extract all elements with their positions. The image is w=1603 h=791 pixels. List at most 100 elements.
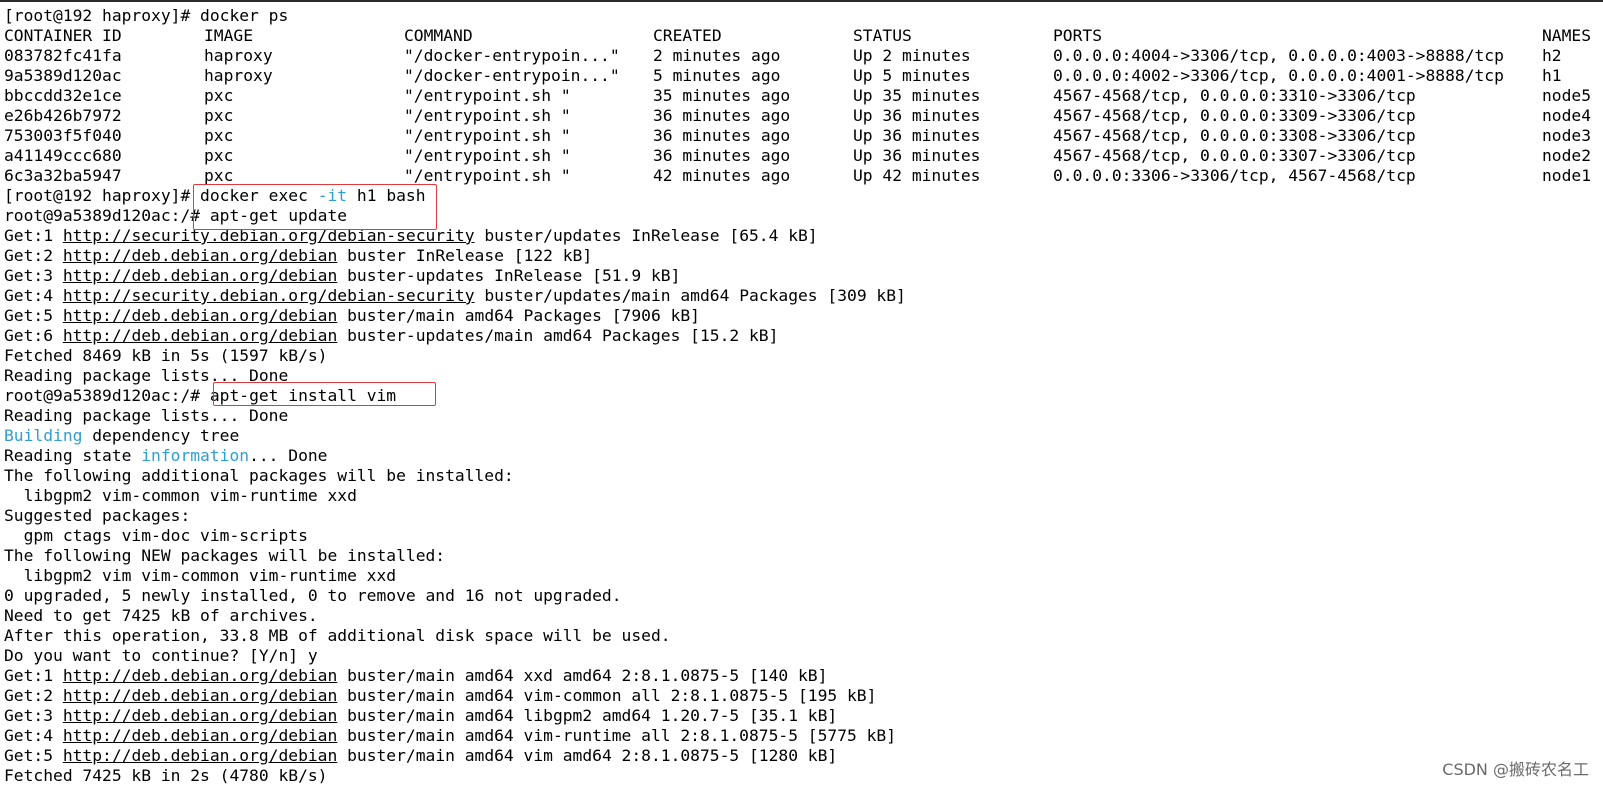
command-text: docker ps [200,6,289,25]
command-flag: -it [317,186,348,205]
output-line: Get:1 http://security.debian.org/debian-… [4,226,818,245]
command-text: apt-get install vim [209,386,397,405]
output-line: gpm ctags vim-doc vim-scripts [4,526,308,545]
container-created: 42 minutes ago [653,166,791,185]
container-row: 083782fc41fa haproxy "/docker-entrypoin.… [4,46,1603,66]
output-line: Get:3 http://deb.debian.org/debian buste… [4,706,838,725]
prompt-line: [root@192 haproxy]# docker ps [4,6,289,25]
window-top-border [0,0,1603,2]
container-command: "/entrypoint.sh " [404,146,571,165]
terminal-output[interactable]: [root@192 haproxy]# docker ps CONTAINER … [4,6,1603,786]
container-created: 36 minutes ago [653,126,791,145]
container-image: pxc [204,126,234,145]
container-name: node5 [1542,86,1592,105]
container-row: bbccdd32e1ce pxc "/entrypoint.sh " 35 mi… [4,86,1603,106]
container-id: 9a5389d120ac [4,66,122,85]
repo-link[interactable]: http://deb.debian.org/debian [63,326,337,345]
output-line: 0 upgraded, 5 newly installed, 0 to remo… [4,586,622,605]
column-header: CREATED [653,26,722,45]
output-line: Need to get 7425 kB of archives. [4,606,318,625]
command-text: apt-get update [209,206,348,225]
output-line: Reading package lists... Done [4,366,289,385]
container-created: 36 minutes ago [653,106,791,125]
container-status: Up 42 minutes [853,166,981,185]
output-line: Get:4 http://security.debian.org/debian-… [4,286,906,305]
container-row: 9a5389d120ac haproxy "/docker-entrypoin.… [4,66,1603,86]
container-id: bbccdd32e1ce [4,86,122,105]
repo-link[interactable]: http://security.debian.org/debian-securi… [63,286,475,305]
container-status: Up 36 minutes [853,106,981,125]
container-name: h1 [1542,66,1562,85]
repo-link[interactable]: http://deb.debian.org/debian [63,666,337,685]
container-status: Up 35 minutes [853,86,981,105]
output-line: libgpm2 vim-common vim-runtime xxd [4,486,357,505]
output-line: The following NEW packages will be insta… [4,546,446,565]
container-id: e26b426b7972 [4,106,122,125]
repo-link[interactable]: http://deb.debian.org/debian [63,306,337,325]
container-ports: 4567-4568/tcp, 0.0.0.0:3307->3306/tcp [1053,146,1416,165]
container-name: node2 [1542,146,1592,165]
output-line: Do you want to continue? [Y/n] y [4,646,318,665]
container-id: 083782fc41fa [4,46,122,65]
container-command: "/entrypoint.sh " [404,166,571,185]
output-line: After this operation, 33.8 MB of additio… [4,626,671,645]
output-line: libgpm2 vim vim-common vim-runtime xxd [4,566,397,585]
container-created: 5 minutes ago [653,66,781,85]
container-name: node1 [1542,166,1592,185]
container-status: Up 36 minutes [853,126,981,145]
column-header: COMMAND [404,26,473,45]
output-line: Get:3 http://deb.debian.org/debian buste… [4,266,681,285]
prompt-line: root@9a5389d120ac:/# apt-get install vim [4,386,397,405]
column-header: IMAGE [204,26,254,45]
container-command: "/entrypoint.sh " [404,86,571,105]
output-line: Get:6 http://deb.debian.org/debian buste… [4,326,779,345]
output-line: Building dependency tree [4,426,240,445]
container-image: haproxy [204,46,273,65]
column-header: STATUS [853,26,912,45]
output-line: Get:5 http://deb.debian.org/debian buste… [4,746,838,765]
container-image: haproxy [204,66,273,85]
repo-link[interactable]: http://deb.debian.org/debian [63,246,337,265]
output-line: Fetched 8469 kB in 5s (1597 kB/s) [4,346,328,365]
container-created: 35 minutes ago [653,86,791,105]
output-line: Reading package lists... Done [4,406,289,425]
output-line: Get:5 http://deb.debian.org/debian buste… [4,306,700,325]
container-image: pxc [204,86,234,105]
container-image: pxc [204,106,234,125]
repo-link[interactable]: http://security.debian.org/debian-securi… [63,226,475,245]
container-row: 753003f5f040 pxc "/entrypoint.sh " 36 mi… [4,126,1603,146]
output-line: The following additional packages will b… [4,466,514,485]
container-id: 753003f5f040 [4,126,122,145]
container-status: Up 2 minutes [853,46,971,65]
output-line: Suggested packages: [4,506,191,525]
container-ports: 0.0.0.0:4004->3306/tcp, 0.0.0.0:4003->88… [1053,46,1504,65]
container-row: e26b426b7972 pxc "/entrypoint.sh " 36 mi… [4,106,1603,126]
container-row: 6c3a32ba5947 pxc "/entrypoint.sh " 42 mi… [4,166,1603,186]
container-ports: 4567-4568/tcp, 0.0.0.0:3310->3306/tcp [1053,86,1416,105]
container-ports: 4567-4568/tcp, 0.0.0.0:3309->3306/tcp [1053,106,1416,125]
container-name: node4 [1542,106,1592,125]
container-status: Up 36 minutes [853,146,981,165]
repo-link[interactable]: http://deb.debian.org/debian [63,726,337,745]
container-command: "/entrypoint.sh " [404,126,571,145]
prompt-line: root@9a5389d120ac:/# apt-get update [4,206,348,225]
container-status: Up 5 minutes [853,66,971,85]
column-header: CONTAINER ID [4,26,122,45]
watermark-text: CSDN @搬砖农名工 [1442,760,1589,779]
repo-link[interactable]: http://deb.debian.org/debian [63,706,337,725]
container-command: "/docker-entrypoin..." [404,46,620,65]
container-ports: 0.0.0.0:4002->3306/tcp, 0.0.0.0:4001->88… [1053,66,1504,85]
column-header: PORTS [1053,26,1103,45]
output-line: Get:2 http://deb.debian.org/debian buste… [4,246,593,265]
output-line: Get:1 http://deb.debian.org/debian buste… [4,666,828,685]
repo-link[interactable]: http://deb.debian.org/debian [63,686,337,705]
repo-link[interactable]: http://deb.debian.org/debian [63,266,337,285]
container-id: 6c3a32ba5947 [4,166,122,185]
container-command: "/docker-entrypoin..." [404,66,620,85]
repo-link[interactable]: http://deb.debian.org/debian [63,746,337,765]
ps-header-row: CONTAINER ID IMAGE COMMAND CREATED STATU… [4,26,1603,46]
container-name: h2 [1542,46,1562,65]
container-id: a41149ccc680 [4,146,122,165]
container-command: "/entrypoint.sh " [404,106,571,125]
container-image: pxc [204,166,234,185]
